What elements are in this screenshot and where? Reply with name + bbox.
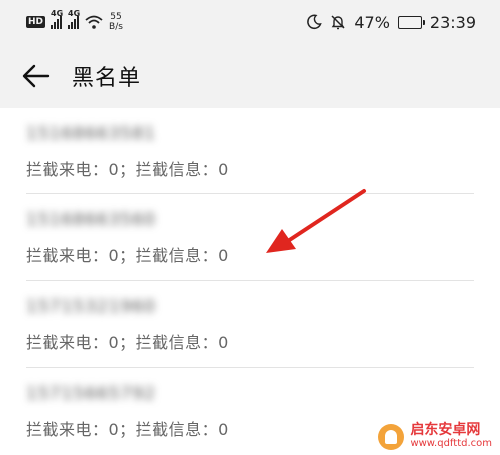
block-stats: 拦截来电：0；拦截信息：0 [26, 246, 229, 265]
blocked-number: 15715665792 [26, 384, 156, 404]
battery-percent: 47% [354, 12, 390, 32]
hd-icon: HD [26, 16, 46, 28]
app-bar: 黑名单 [0, 44, 500, 108]
clock: 23:39 [429, 12, 476, 32]
network-type-label: 4G [68, 9, 81, 18]
watermark-url: www.qdfttd.com [410, 438, 492, 449]
status-right: 47% 23:39 [306, 13, 476, 32]
speed-value: 55 [110, 12, 122, 22]
block-stats: 拦截来电：0；拦截信息：0 [26, 420, 229, 439]
block-stats: 拦截来电：0；拦截信息：0 [26, 333, 229, 352]
status-left: HD 4G 4G 55 B/s [26, 9, 123, 32]
blacklist-list: 15168663581 拦截来电：0；拦截信息：0 15168663560 拦截… [0, 108, 500, 455]
blocked-number: 15168663581 [26, 124, 156, 144]
blocked-number: 15715321960 [26, 297, 156, 317]
mute-bell-icon [331, 15, 345, 30]
blacklist-item[interactable]: 15168663560 拦截来电：0；拦截信息：0 [26, 194, 474, 281]
wifi-icon [85, 15, 103, 29]
network-speed: 55 B/s [109, 12, 123, 32]
speed-unit: B/s [109, 22, 123, 32]
status-bar: HD 4G 4G 55 B/s 47% 23:39 [0, 0, 500, 44]
moon-icon [307, 14, 322, 30]
watermark-logo-icon [378, 424, 405, 450]
watermark-name: 启东安卓网 [410, 422, 481, 438]
blacklist-item[interactable]: 15168663581 拦截来电：0；拦截信息：0 [26, 108, 474, 194]
blocked-number: 15168663560 [26, 210, 156, 230]
watermark-text: 启东安卓网 www.qdfttd.com [410, 423, 492, 451]
arrow-left-icon [22, 64, 50, 88]
page-title: 黑名单 [72, 66, 142, 91]
network-type-label: 4G [51, 9, 64, 18]
signal-icon: 4G [68, 9, 80, 29]
block-stats: 拦截来电：0；拦截信息：0 [26, 160, 229, 179]
signal-icon: 4G [51, 9, 63, 29]
blacklist-item[interactable]: 15715321960 拦截来电：0；拦截信息：0 [26, 281, 474, 368]
watermark: 启东安卓网 www.qdfttd.com [378, 423, 492, 451]
battery-icon [397, 15, 425, 29]
back-button[interactable] [6, 44, 66, 108]
